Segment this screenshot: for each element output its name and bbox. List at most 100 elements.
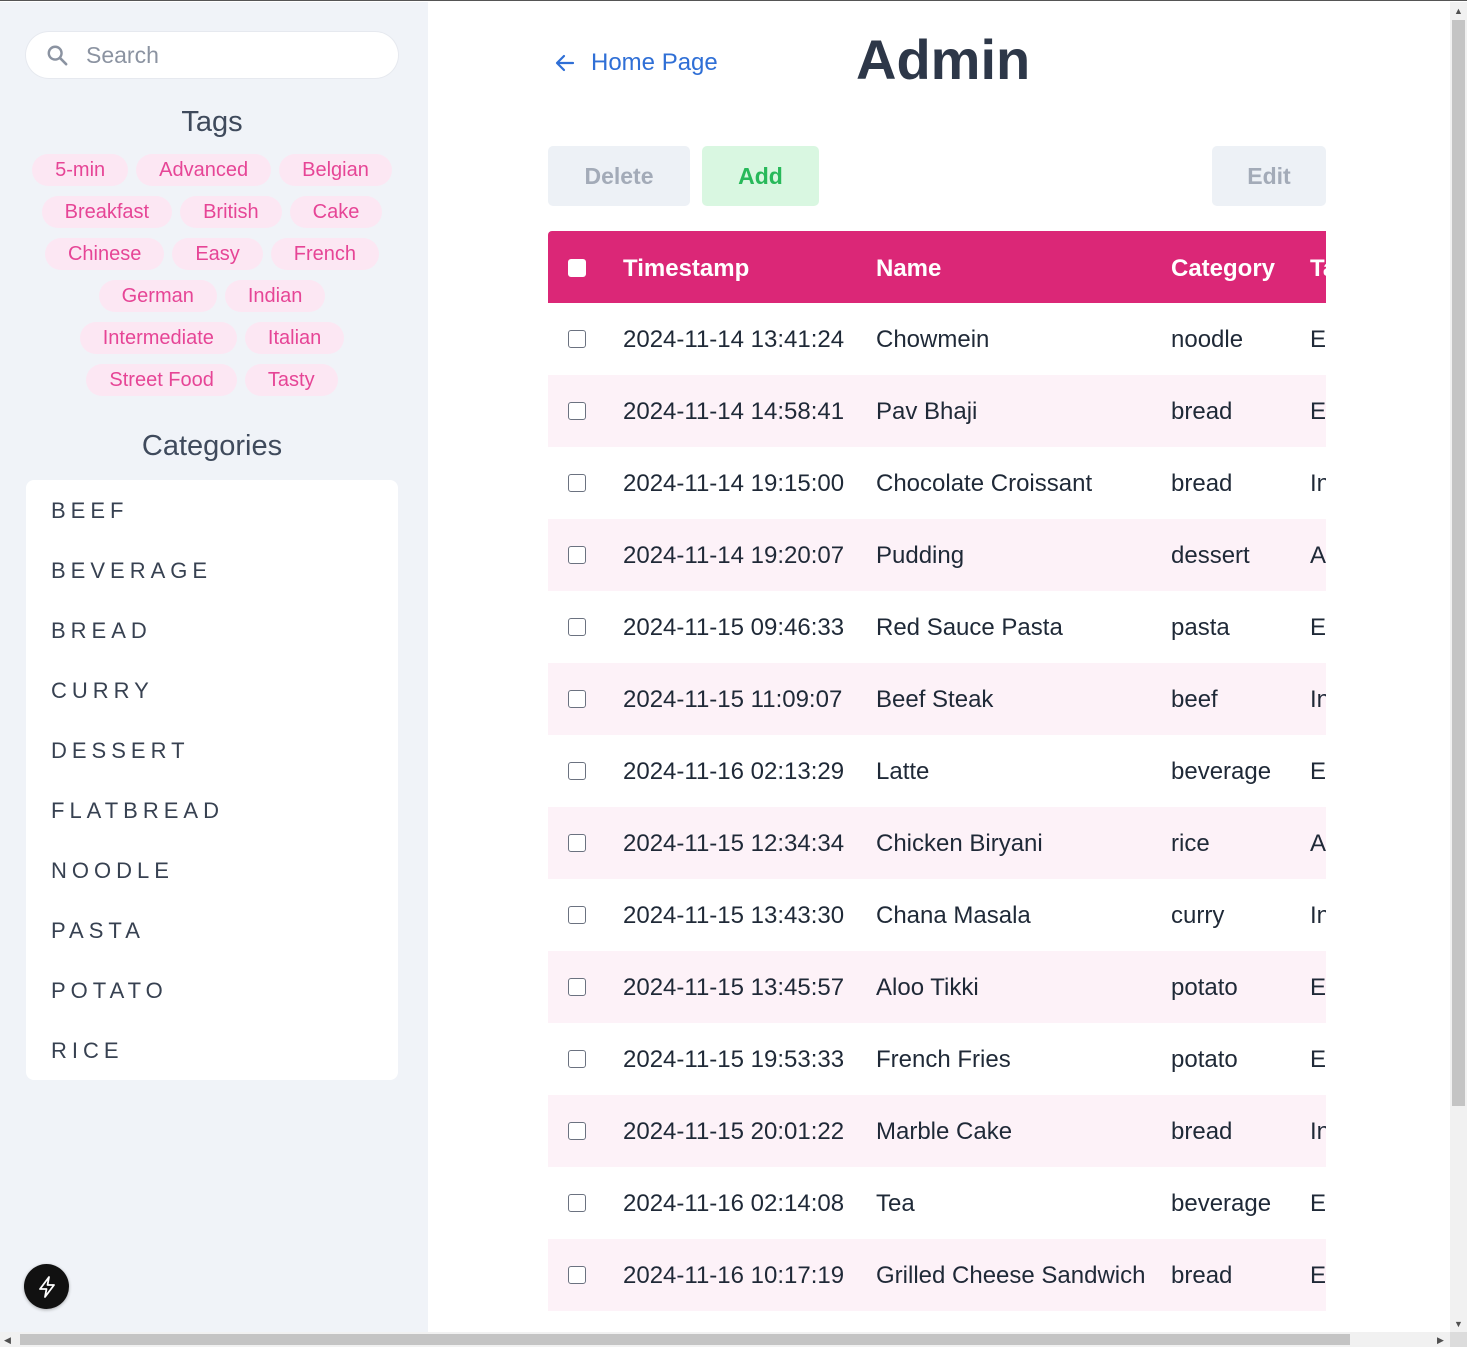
cell-timestamp: 2024-11-15 13:43:30 [623, 902, 845, 929]
tag-pill[interactable]: Intermediate [79, 322, 237, 354]
column-header-name[interactable]: Name [876, 231, 941, 303]
search-icon [47, 45, 68, 66]
row-checkbox[interactable] [568, 834, 586, 852]
tag-pill[interactable]: British [180, 196, 282, 228]
search-input[interactable] [86, 40, 386, 70]
row-checkbox[interactable] [568, 1050, 586, 1068]
vertical-scrollbar[interactable]: ▲ ▼ [1450, 2, 1467, 1333]
cell-category: noodle [1171, 326, 1244, 353]
cell-name: Chowmein [876, 326, 990, 353]
scroll-right-arrow-icon[interactable]: ▶ [1437, 1335, 1444, 1345]
column-header-timestamp[interactable]: Timestamp [623, 231, 749, 303]
cell-name: Tea [876, 1190, 915, 1217]
edit-button[interactable]: Edit [1212, 146, 1326, 206]
table-row[interactable]: 2024-11-16 10:17:19 Grilled Cheese Sandwi… [548, 1239, 1326, 1311]
category-item[interactable]: FLATBREAD [26, 786, 398, 846]
cell-category: bread [1171, 470, 1233, 497]
category-item[interactable]: DESSERT [26, 726, 398, 786]
search-box[interactable] [26, 32, 398, 78]
tag-pill[interactable]: Belgian [279, 154, 392, 186]
row-checkbox[interactable] [568, 1266, 586, 1284]
column-header-tags[interactable]: Ta [1310, 231, 1326, 303]
table-row[interactable]: 2024-11-16 02:14:08 Tea beverage Ea [548, 1167, 1326, 1239]
row-checkbox[interactable] [568, 906, 586, 924]
cell-name: Red Sauce Pasta [876, 614, 1063, 641]
cell-tags: In [1310, 470, 1326, 497]
tag-pill[interactable]: Street Food [86, 364, 237, 396]
table-row[interactable]: 2024-11-14 13:41:24 Chowmein noodle Ea [548, 303, 1326, 375]
tag-pill[interactable]: Chinese [44, 238, 165, 270]
vertical-scroll-thumb[interactable] [1452, 20, 1465, 1106]
tag-pill[interactable]: German [98, 280, 217, 312]
cell-tags: A [1310, 830, 1326, 857]
category-item[interactable]: BEEF [26, 486, 398, 546]
row-checkbox[interactable] [568, 402, 586, 420]
cell-name: Pav Bhaji [876, 398, 978, 425]
tag-pill[interactable]: 5-min [32, 154, 129, 186]
table-row[interactable]: 2024-11-14 19:15:00 Chocolate Croissant br… [548, 447, 1326, 519]
row-checkbox[interactable] [568, 1122, 586, 1140]
row-checkbox[interactable] [568, 762, 586, 780]
table-row[interactable]: 2024-11-16 02:13:29 Latte beverage Ea [548, 735, 1326, 807]
category-item[interactable]: RICE [26, 1026, 398, 1086]
lightning-bolt-button[interactable] [24, 1264, 69, 1309]
cell-name: Marble Cake [876, 1118, 1013, 1145]
row-checkbox[interactable] [568, 1194, 586, 1212]
cell-timestamp: 2024-11-16 02:13:29 [623, 758, 845, 785]
table-row[interactable]: 2024-11-15 11:09:07 Beef Steak beef In [548, 663, 1326, 735]
table-row[interactable]: 2024-11-15 09:46:33 Red Sauce Pasta pasta E… [548, 591, 1326, 663]
tag-pill[interactable]: Breakfast [41, 196, 173, 228]
scroll-down-arrow-icon[interactable]: ▼ [1454, 1319, 1463, 1329]
category-item[interactable]: PASTA [26, 906, 398, 966]
row-checkbox[interactable] [568, 474, 586, 492]
tag-pill[interactable]: Advanced [136, 154, 272, 186]
sidebar: Tags 5-minAdvancedBelgian BreakfastBritis… [0, 2, 428, 1333]
category-item[interactable]: BEVERAGE [26, 546, 398, 606]
category-item[interactable]: NOODLE [26, 846, 398, 906]
category-item[interactable]: CURRY [26, 666, 398, 726]
table-row[interactable]: 2024-11-15 12:34:34 Chicken Biryani rice A [548, 807, 1326, 879]
tag-pill[interactable]: French [270, 238, 380, 270]
horizontal-scrollbar[interactable]: ◀ ▶ [0, 1332, 1450, 1347]
table-row[interactable]: 2024-11-14 14:58:41 Pav Bhaji bread Ea [548, 375, 1326, 447]
select-all-checkbox[interactable] [568, 259, 586, 277]
cell-name: Latte [876, 758, 930, 785]
delete-button[interactable]: Delete [548, 146, 690, 206]
tag-pill[interactable]: Indian [224, 280, 326, 312]
tags-heading: Tags [181, 106, 243, 138]
tag-pill[interactable]: Italian [244, 322, 345, 354]
row-checkbox[interactable] [568, 978, 586, 996]
column-header-category[interactable]: Category [1171, 231, 1275, 303]
table-row[interactable]: 2024-11-15 13:45:57 Aloo Tikki potato Ea [548, 951, 1326, 1023]
cell-timestamp: 2024-11-15 19:53:33 [623, 1046, 845, 1073]
tag-pill[interactable]: Easy [172, 238, 263, 270]
table-row[interactable]: 2024-11-15 20:01:22 Marble Cake bread In [548, 1095, 1326, 1167]
category-item[interactable]: POTATO [26, 966, 398, 1026]
category-item[interactable]: BREAD [26, 606, 398, 666]
recipes-table: Timestamp Name Category Ta 2024-11-14 13… [548, 231, 1326, 1333]
cell-tags: In [1310, 686, 1326, 713]
row-checkbox[interactable] [568, 690, 586, 708]
cell-category: potato [1171, 1046, 1238, 1073]
cell-category: potato [1171, 974, 1238, 1001]
tag-list: 5-min Advanced Belgian Breakfast British Cake… [26, 154, 398, 396]
cell-tags: Ea [1310, 1046, 1326, 1073]
row-checkbox[interactable] [568, 618, 586, 636]
cell-timestamp: 2024-11-15 20:01:22 [623, 1118, 845, 1145]
scroll-left-arrow-icon[interactable]: ◀ [4, 1335, 11, 1345]
table-row[interactable]: 2024-11-14 19:20:07 Pudding dessert A [548, 519, 1326, 591]
horizontal-scroll-thumb[interactable] [20, 1334, 1350, 1345]
cell-category: dessert [1171, 542, 1250, 569]
add-button[interactable]: Add [702, 146, 819, 206]
tag-pill[interactable]: Tasty [244, 364, 338, 396]
cell-timestamp: 2024-11-15 12:34:34 [623, 830, 845, 857]
table-row[interactable]: 2024-11-15 13:43:30 Chana Masala curry In [548, 879, 1326, 951]
home-page-link[interactable]: Home Page [555, 45, 718, 81]
row-checkbox[interactable] [568, 546, 586, 564]
cell-timestamp: 2024-11-14 14:58:41 [623, 398, 845, 425]
tag-pill[interactable]: Cake [289, 196, 383, 228]
scroll-up-arrow-icon[interactable]: ▲ [1454, 6, 1463, 16]
row-checkbox[interactable] [568, 330, 586, 348]
table-row[interactable]: 2024-11-15 19:53:33 French Fries potato Ea [548, 1023, 1326, 1095]
cell-tags: In [1310, 1118, 1326, 1145]
